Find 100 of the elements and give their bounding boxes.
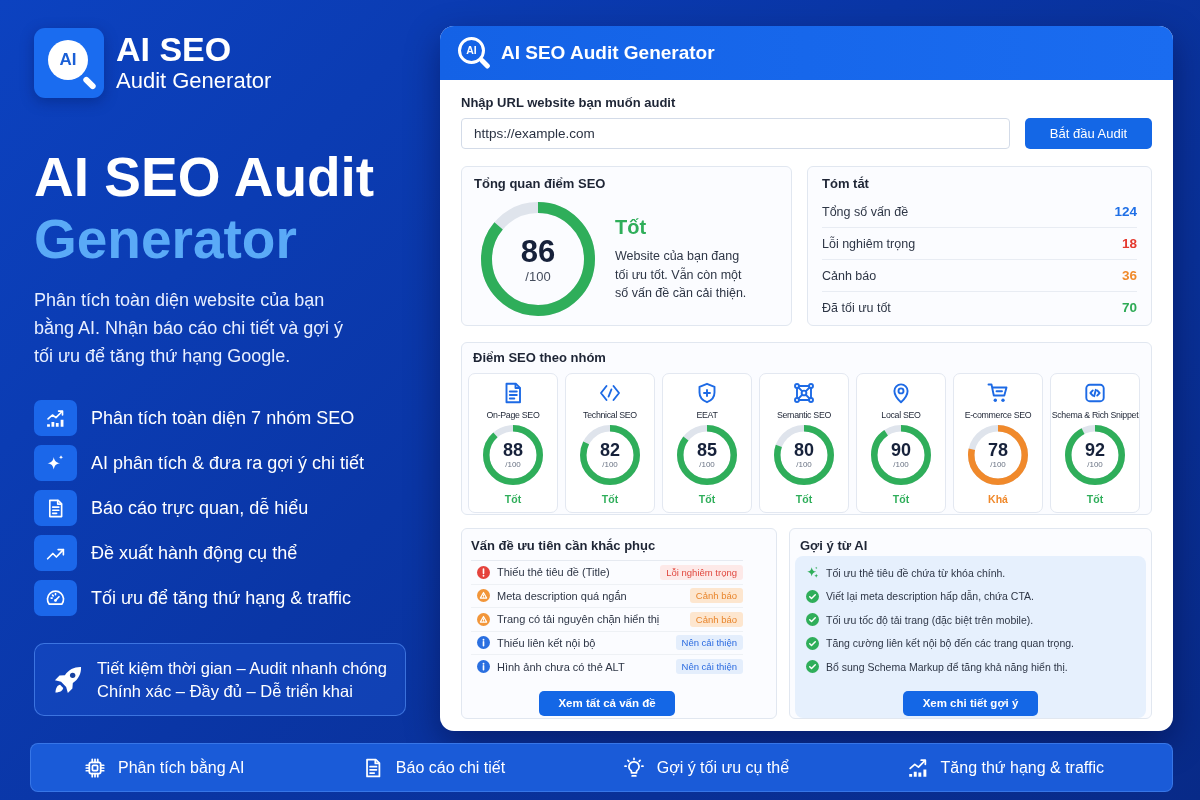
sparkle-icon (34, 445, 77, 481)
feature-text: AI phân tích & đưa ra gợi ý chi tiết (91, 452, 364, 474)
feature-text: Phân tích toàn diện 7 nhóm SEO (91, 407, 355, 429)
overview-description: Website của bạn đang tối ưu tốt. Vẫn còn một số vấn đề cần cải thiện. (615, 248, 748, 303)
summary-label: Cảnh báo (822, 268, 877, 283)
cart-icon (986, 381, 1010, 405)
score-max: /100 (699, 459, 715, 470)
score-value: 85 (697, 440, 717, 460)
card-title: Tổng quan điểm SEO (474, 176, 607, 192)
summary-label: Tổng số vấn đề (822, 204, 909, 219)
rating-label: Tốt (795, 493, 813, 505)
bar-chart-icon (34, 400, 77, 436)
card-title: Tóm tắt (822, 176, 870, 192)
score-max: /100 (990, 459, 1006, 470)
feature-label: Báo cáo chi tiết (395, 758, 506, 777)
card-title: Gợi ý từ AI (799, 538, 869, 554)
callout-text: Chính xác – Đầy đủ – Dễ triển khai (97, 680, 354, 702)
suggestion-text: Tối ưu thẻ tiêu đề chứa từ khóa chính. (826, 566, 1006, 579)
check-icon (806, 589, 819, 603)
summary-value: 36 (1121, 268, 1137, 283)
score-value: 86 (520, 234, 556, 269)
summary-value: 18 (1121, 236, 1137, 251)
bar-chart-icon (906, 756, 929, 779)
brand-subtitle: Audit Generator (116, 67, 272, 95)
app-logo: AI (458, 36, 491, 70)
category-name: Technical SEO (583, 409, 637, 421)
field-label: Nhập URL website bạn muốn audit (461, 95, 677, 111)
hero-title: AI SEO Audit (34, 146, 376, 208)
error-icon (477, 565, 490, 579)
lightbulb-icon (622, 756, 645, 779)
summary-label: Đã tối ưu tốt (822, 300, 891, 315)
feature-label: Phân tích bằng AI (118, 758, 245, 777)
score-value: 78 (988, 440, 1008, 460)
card-title: Vấn đề ưu tiên cần khắc phục (471, 538, 657, 554)
warning-icon (477, 612, 490, 626)
category-name: EEAT (696, 409, 718, 421)
summary-label: Lỗi nghiêm trọng (822, 236, 916, 251)
hero-title-accent: Generator (34, 208, 298, 270)
score-max: /100 (602, 459, 618, 470)
issue-text: Thiếu thẻ tiêu đề (Title) (497, 566, 610, 579)
brand-title: AI SEO (116, 31, 233, 67)
score-value: 90 (891, 440, 911, 460)
severity-badge: Lỗi nghiêm trọng (660, 564, 743, 580)
issue-text: Thiếu liên kết nội bộ (497, 636, 596, 649)
score-max: /100 (525, 268, 551, 284)
code-icon (1083, 381, 1107, 405)
issue-text: Meta description quá ngắn (497, 589, 627, 602)
feature-text: Đề xuất hành động cụ thể (91, 542, 298, 564)
summary-value: 70 (1121, 300, 1137, 315)
feature-text: Tối ưu để tăng thứ hạng & traffic (91, 587, 351, 609)
warning-icon (477, 589, 490, 603)
score-max: /100 (893, 459, 909, 470)
document-icon (34, 490, 77, 526)
score-max: /100 (505, 459, 521, 470)
info-icon (477, 660, 490, 674)
severity-badge: Nên cải thiện (675, 659, 743, 675)
feature-text: Báo cáo trực quan, dễ hiểu (91, 497, 309, 519)
feature-label: Gợi ý tối ưu cụ thể (656, 758, 790, 777)
score-value: 82 (600, 440, 620, 460)
score-value: 92 (1085, 440, 1105, 460)
rating-label: Tốt (1086, 493, 1104, 505)
category-name: On-Page SEO (486, 409, 540, 421)
summary-value: 124 (1114, 204, 1137, 219)
url-input[interactable]: https://example.com (461, 118, 1010, 149)
gauge-icon (34, 580, 77, 616)
severity-badge: Nên cải thiện (675, 635, 743, 651)
rating-label: Tốt (601, 493, 619, 505)
check-icon (806, 660, 819, 674)
category-name: E-commerce SEO (964, 409, 1032, 421)
score-value: 80 (794, 440, 814, 460)
score-max: /100 (796, 459, 812, 470)
severity-badge: Cảnh báo (689, 588, 743, 604)
app-logo: AI (34, 28, 104, 98)
window-title: AI SEO Audit Generator (501, 42, 715, 64)
check-icon (806, 613, 819, 627)
info-icon (477, 636, 490, 650)
score-value: 88 (503, 440, 523, 460)
suggestion-text: Tăng cường liên kết nội bộ đến các trang quan trọng. (826, 637, 1074, 650)
check-icon (806, 636, 819, 650)
hero-description: Phân tích toàn diện website của bạn bằng AI. Nhận báo cáo chi tiết và gợi ý tối ưu để tăng thứ hạng Google. (34, 289, 344, 368)
view-suggestions-button[interactable]: Xem chi tiết gợi ý (903, 690, 1038, 716)
category-name: Schema & Rich Snippet (1051, 409, 1139, 421)
feature-label: Tăng thứ hạng & traffic (940, 758, 1104, 777)
card-title: Điểm SEO theo nhóm (472, 350, 607, 366)
suggestion-text: Tối ưu tốc độ tải trang (đặc biệt trên mobile). (826, 613, 1034, 626)
rating-label: Tốt (698, 493, 716, 505)
start-audit-button[interactable]: Bắt đầu Audit (1025, 118, 1152, 149)
view-all-issues-button[interactable]: Xem tất cả vấn đề (539, 690, 675, 716)
issue-text: Hình ảnh chưa có thẻ ALT (497, 660, 625, 673)
sparkle-icon (806, 566, 819, 580)
chip-icon (84, 756, 106, 779)
suggestion-text: Bổ sung Schema Markup để tăng khả năng hiển thị. (826, 660, 1068, 673)
rating-label: Tốt (504, 493, 522, 505)
network-icon (792, 381, 816, 405)
suggestion-text: Viết lại meta description hấp dẫn, chứa CTA. (826, 590, 1034, 603)
callout-text: Tiết kiệm thời gian – Audit nhanh chóng (97, 657, 387, 679)
rating-label: Khá (988, 493, 1008, 505)
rating-label: Tốt (892, 493, 910, 505)
rating-label: Tốt (615, 215, 648, 240)
category-name: Local SEO (881, 409, 921, 421)
